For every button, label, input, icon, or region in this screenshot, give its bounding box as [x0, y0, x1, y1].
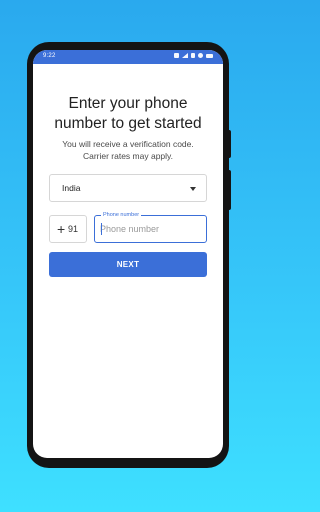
phone-number-input[interactable]: [98, 219, 207, 238]
page-title-line-1: Enter your phone: [68, 95, 188, 112]
status-icons: [174, 53, 213, 58]
plus-icon: +: [57, 221, 66, 237]
power-button: [226, 130, 231, 158]
battery-icon: [206, 53, 213, 58]
phone-number-field[interactable]: Phone number: [94, 211, 207, 243]
verification-notice-line-2: Carrier rates may apply.: [82, 150, 174, 161]
country-code-field[interactable]: + 91: [49, 215, 87, 243]
next-button[interactable]: NEXT: [49, 252, 207, 277]
verification-notice-line-1: You will receive a verification code.: [62, 139, 194, 149]
verification-notice: You will receive a verification code. Ca…: [33, 139, 223, 162]
phone-number-label: Phone number: [101, 211, 142, 219]
text-cursor: [101, 223, 102, 235]
phone-frame: 9:22 Enter your phone number to get star…: [27, 42, 229, 468]
signal-icon: [182, 53, 188, 58]
alarm-icon: [198, 53, 203, 58]
country-select[interactable]: India: [49, 174, 207, 202]
dropdown-caret-icon: [190, 187, 196, 191]
phone-screen: 9:22 Enter your phone number to get star…: [33, 50, 223, 458]
notification-icon: [174, 53, 179, 58]
country-code-value: 91: [68, 224, 79, 234]
page-title-line-2: number to get started: [54, 115, 202, 132]
page-title: Enter your phone number to get started: [33, 94, 223, 134]
volume-button: [226, 170, 231, 210]
status-time: 9:22: [43, 53, 56, 59]
country-select-value: India: [62, 183, 81, 193]
status-bar: 9:22: [33, 50, 223, 64]
sim-icon: [191, 53, 195, 58]
